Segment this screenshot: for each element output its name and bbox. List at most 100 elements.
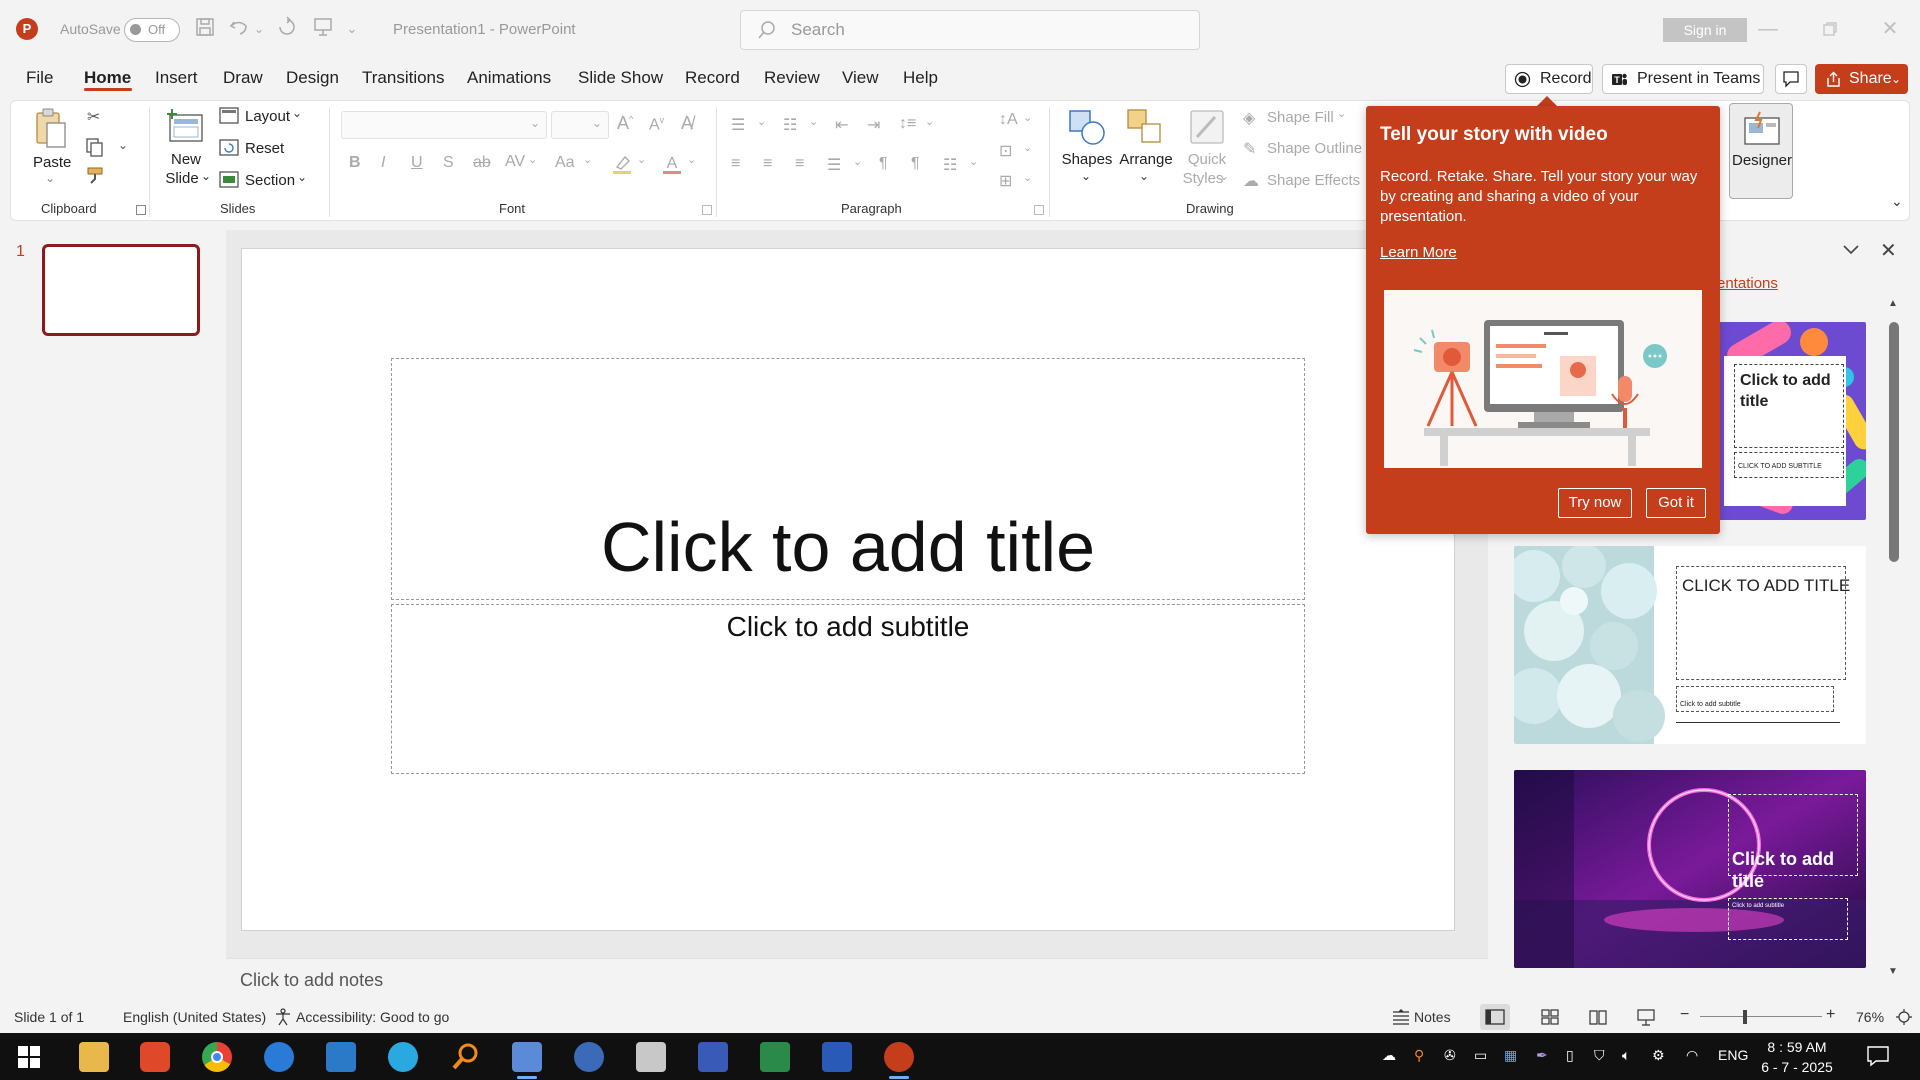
search-box[interactable]	[740, 10, 1200, 50]
reset-button[interactable]: Reset	[245, 140, 284, 157]
tab-draw[interactable]: Draw	[223, 68, 263, 88]
search-app-icon[interactable]	[450, 1042, 480, 1072]
file-explorer-icon[interactable]	[79, 1042, 109, 1072]
notes-toggle[interactable]: Notes	[1414, 1009, 1451, 1025]
tab-help[interactable]: Help	[903, 68, 938, 88]
app-icon-calendar[interactable]	[326, 1042, 356, 1072]
tab-transitions[interactable]: Transitions	[362, 68, 445, 88]
normal-view-button[interactable]	[1480, 1004, 1510, 1030]
smartart-dropdown-icon[interactable]: ⌄	[1023, 171, 1032, 184]
tab-record[interactable]: Record	[685, 68, 740, 88]
font-launcher-icon[interactable]	[702, 205, 712, 215]
bold-icon[interactable]: B	[349, 154, 361, 172]
design-idea-card-3[interactable]: Click to add title Click to add subtitle	[1514, 770, 1866, 968]
quick-styles-label-1[interactable]: Quick	[1177, 151, 1237, 168]
record-button[interactable]: Record	[1505, 64, 1593, 94]
paragraph-launcher-icon[interactable]	[1034, 205, 1044, 215]
close-window-icon[interactable]: ✕	[1868, 14, 1912, 44]
new-slide-label-1[interactable]: New	[163, 151, 209, 168]
tab-design[interactable]: Design	[286, 68, 339, 88]
notes-pane[interactable]: Click to add notes	[226, 958, 1488, 1000]
highlight-icon[interactable]	[611, 153, 633, 175]
tray-monitor-icon[interactable]: ▭	[1474, 1047, 1487, 1064]
tab-file[interactable]: File	[26, 68, 53, 88]
tab-slide-show[interactable]: Slide Show	[578, 68, 663, 88]
copy-dropdown-icon[interactable]: ⌄	[118, 138, 128, 152]
slideshow-view-icon[interactable]	[1636, 1008, 1656, 1026]
share-button[interactable]: Share ⌄	[1815, 64, 1908, 94]
security-shield-icon[interactable]: ⛉	[1594, 1047, 1605, 1064]
align-center-icon[interactable]: ≡	[763, 155, 772, 173]
tray-search-icon[interactable]: ⚲	[1414, 1047, 1424, 1064]
try-now-button[interactable]: Try now	[1558, 488, 1632, 518]
subtitle-placeholder[interactable]: Click to add subtitle	[391, 604, 1305, 774]
pane-close-icon[interactable]: ✕	[1880, 238, 1897, 263]
undo-dropdown-icon[interactable]: ⌄	[252, 16, 266, 42]
font-color-icon[interactable]: A	[661, 153, 683, 175]
pane-options-chevron-icon[interactable]	[1840, 238, 1862, 260]
ribbon-collapse-icon[interactable]: ⌄	[1891, 193, 1903, 210]
battery-icon[interactable]: ▯	[1566, 1047, 1574, 1064]
brave-browser-icon[interactable]	[140, 1042, 170, 1072]
new-slide-label-2[interactable]: Slide	[159, 170, 205, 187]
layout-icon[interactable]	[219, 107, 239, 125]
text-direction-icon[interactable]: ↕A	[999, 111, 1018, 129]
quick-styles-icon[interactable]	[1187, 107, 1227, 147]
telegram-icon[interactable]	[388, 1042, 418, 1072]
align-left-icon[interactable]: ≡	[731, 155, 740, 173]
shape-outline-icon[interactable]: ✎	[1243, 139, 1256, 159]
clipboard-launcher-icon[interactable]	[136, 205, 146, 215]
shapes-icon[interactable]	[1067, 107, 1107, 147]
align-text-dropdown-icon[interactable]: ⌄	[1023, 141, 1032, 154]
zoom-in-icon[interactable]: +	[1826, 1006, 1835, 1024]
quick-styles-dropdown-icon[interactable]: ⌄	[1219, 169, 1229, 183]
section-button[interactable]: Section	[245, 172, 295, 189]
shape-fill-icon[interactable]: ◈	[1243, 108, 1255, 128]
redo-icon[interactable]	[274, 16, 300, 42]
copy-icon[interactable]	[85, 137, 105, 157]
decrease-font-icon[interactable]: Av	[649, 115, 664, 134]
paste-dropdown-icon[interactable]: ⌄	[45, 171, 55, 185]
new-slide-dropdown-icon[interactable]: ⌄	[201, 169, 211, 183]
layout-button[interactable]: Layout	[245, 108, 290, 125]
wifi-icon[interactable]: ◠	[1686, 1047, 1698, 1064]
zoom-slider-track[interactable]	[1700, 1016, 1822, 1017]
line-spacing-dropdown-icon[interactable]: ⌄	[925, 115, 934, 128]
justify-icon[interactable]: ☰	[827, 155, 841, 175]
increase-font-icon[interactable]: A^	[617, 113, 633, 134]
title-placeholder[interactable]: Click to add title	[391, 358, 1305, 600]
windows-start-icon[interactable]	[18, 1046, 40, 1068]
volume-icon[interactable]: 🔈︎	[1622, 1047, 1630, 1064]
qbittorrent-icon[interactable]	[574, 1042, 604, 1072]
save-icon[interactable]	[192, 16, 218, 42]
paste-icon[interactable]	[33, 107, 69, 151]
cut-icon[interactable]: ✂	[87, 107, 100, 127]
language-status[interactable]: English (United States)	[123, 1009, 266, 1025]
highlight-dropdown-icon[interactable]: ⌄	[637, 153, 646, 166]
shape-effects-icon[interactable]: ☁	[1243, 171, 1259, 191]
fit-to-window-icon[interactable]	[1895, 1008, 1913, 1026]
autosave-toggle[interactable]: Off	[124, 18, 180, 42]
tray-pen-icon[interactable]: ✒	[1536, 1047, 1548, 1064]
character-spacing-dropdown-icon[interactable]: ⌄	[528, 153, 537, 166]
designer-pane-link[interactable]: entations	[1717, 275, 1778, 292]
reset-icon[interactable]	[219, 139, 239, 157]
tab-review[interactable]: Review	[764, 68, 820, 88]
shape-fill-dropdown-icon[interactable]: ⌄	[1337, 107, 1346, 120]
visio-icon[interactable]	[698, 1042, 728, 1072]
text-shadow-icon[interactable]: S	[443, 154, 454, 172]
arrange-label[interactable]: Arrange	[1116, 151, 1176, 168]
clock[interactable]: 8 : 59 AM 6 - 7 - 2025	[1742, 1037, 1852, 1077]
project-icon[interactable]	[760, 1042, 790, 1072]
tab-insert[interactable]: Insert	[155, 68, 198, 88]
shapes-dropdown-icon[interactable]: ⌄	[1081, 169, 1091, 183]
word-icon[interactable]	[822, 1042, 852, 1072]
arrange-icon[interactable]	[1125, 107, 1165, 147]
powerpoint-taskbar-icon[interactable]	[884, 1042, 914, 1072]
sign-in-button[interactable]: Sign in	[1663, 18, 1747, 42]
right-to-left-icon[interactable]: ¶	[911, 155, 920, 173]
justify-dropdown-icon[interactable]: ⌄	[853, 155, 862, 168]
tab-view[interactable]: View	[842, 68, 879, 88]
left-to-right-icon[interactable]: ¶	[879, 155, 888, 173]
app-icon-blue-circle[interactable]	[264, 1042, 294, 1072]
